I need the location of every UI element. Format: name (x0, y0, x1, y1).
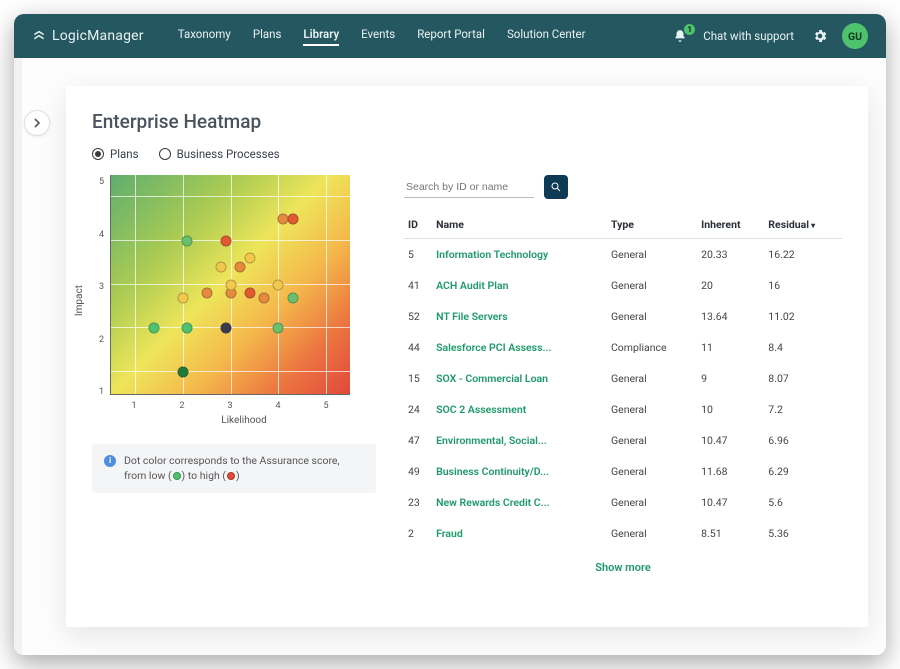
gear-icon (812, 28, 828, 44)
nav-taxonomy[interactable]: Taxonomy (178, 27, 231, 46)
notifications-button[interactable]: 1 (673, 28, 689, 44)
info-icon: i (104, 455, 116, 467)
heatmap-dot[interactable] (201, 288, 212, 299)
heatmap-dot[interactable] (149, 323, 160, 334)
table-row: 47Environmental, Social...General10.476.… (404, 425, 842, 456)
plan-link[interactable]: Information Technology (432, 239, 607, 271)
table-row: 2FraudGeneral8.515.36 (404, 518, 842, 549)
heatmap-dot[interactable] (273, 279, 284, 290)
nav-report-portal[interactable]: Report Portal (417, 27, 485, 46)
table-row: 41ACH Audit PlanGeneral2016 (404, 270, 842, 301)
nav-events[interactable]: Events (361, 27, 395, 46)
y-axis-ticks: 54321 (92, 177, 110, 397)
heatmap-dot[interactable] (220, 323, 231, 334)
settings-button[interactable] (812, 28, 828, 44)
heatmap-dot[interactable] (273, 323, 284, 334)
heatmap-plot[interactable] (110, 175, 350, 395)
heatmap-dot[interactable] (182, 323, 193, 334)
table-row: 44Salesforce PCI Assess...Compliance118.… (404, 332, 842, 363)
heatmap-chart: Impact 54321 12345 Likelihood (92, 175, 376, 426)
main-nav: Taxonomy Plans Library Events Report Por… (178, 27, 586, 46)
search-input[interactable] (404, 177, 534, 198)
legend-panel: i Dot color corresponds to the Assurance… (92, 444, 376, 493)
heatmap-dot[interactable] (244, 288, 255, 299)
plan-link[interactable]: Business Continuity/D... (432, 456, 607, 487)
plan-link[interactable]: Fraud (432, 518, 607, 549)
x-axis-ticks: 12345 (110, 401, 350, 411)
plan-link[interactable]: SOX - Commercial Loan (432, 363, 607, 394)
filter-plans[interactable]: Plans (92, 147, 139, 161)
table-row: 49Business Continuity/D...General11.686.… (404, 456, 842, 487)
nav-plans[interactable]: Plans (253, 27, 282, 46)
table-row: 15SOX - Commercial LoanGeneral98.07 (404, 363, 842, 394)
heatmap-dot[interactable] (182, 235, 193, 246)
plan-link[interactable]: Environmental, Social... (432, 425, 607, 456)
col-residual[interactable]: Residual▾ (764, 211, 842, 239)
search-icon (550, 181, 562, 193)
plan-link[interactable]: SOC 2 Assessment (432, 394, 607, 425)
table-row: 24SOC 2 AssessmentGeneral107.2 (404, 394, 842, 425)
heatmap-dot[interactable] (220, 235, 231, 246)
heatmap-dot[interactable] (287, 213, 298, 224)
sort-desc-icon: ▾ (811, 221, 815, 230)
heatmap-dot[interactable] (215, 261, 226, 272)
table-row: 23New Rewards Credit C...General10.475.6 (404, 487, 842, 518)
nav-library[interactable]: Library (303, 27, 339, 46)
col-type[interactable]: Type (607, 211, 697, 239)
heatmap-dot[interactable] (235, 261, 246, 272)
brand-icon (32, 29, 46, 43)
plan-link[interactable]: NT File Servers (432, 301, 607, 332)
col-name[interactable]: Name (432, 211, 607, 239)
side-rail (14, 58, 22, 655)
y-axis-label: Impact (74, 285, 85, 316)
heatmap-dot[interactable] (244, 253, 255, 264)
plan-link[interactable]: Salesforce PCI Assess... (432, 332, 607, 363)
x-axis-label: Likelihood (124, 415, 364, 426)
nav-solution-center[interactable]: Solution Center (507, 27, 586, 46)
search-button[interactable] (544, 175, 568, 199)
heatmap-dot[interactable] (177, 292, 188, 303)
col-inherent[interactable]: Inherent (697, 211, 764, 239)
main-card: Enterprise Heatmap Plans Business Proces… (66, 86, 868, 627)
avatar[interactable]: GU (842, 23, 868, 49)
page-title: Enterprise Heatmap (92, 110, 842, 133)
brand: LogicManager (32, 28, 144, 44)
chat-support-link[interactable]: Chat with support (703, 29, 794, 43)
heatmap-dot[interactable] (258, 292, 269, 303)
notification-badge: 1 (683, 23, 696, 36)
top-bar: LogicManager Taxonomy Plans Library Even… (14, 14, 886, 58)
table-row: 5Information TechnologyGeneral20.3316.22 (404, 239, 842, 271)
heatmap-dot[interactable] (225, 279, 236, 290)
plan-link[interactable]: New Rewards Credit C... (432, 487, 607, 518)
results-table: ID Name Type Inherent Residual▾ 5Informa… (404, 211, 842, 549)
plan-link[interactable]: ACH Audit Plan (432, 270, 607, 301)
filter-radios: Plans Business Processes (92, 147, 842, 161)
heatmap-dot[interactable] (287, 292, 298, 303)
col-id[interactable]: ID (404, 211, 432, 239)
expand-sidebar-button[interactable] (24, 110, 50, 136)
brand-text: LogicManager (52, 28, 144, 44)
heatmap-dot[interactable] (177, 367, 188, 378)
chevron-right-icon (33, 118, 41, 128)
filter-business-processes[interactable]: Business Processes (159, 147, 280, 161)
show-more-button[interactable]: Show more (404, 549, 842, 578)
table-row: 52NT File ServersGeneral13.6411.02 (404, 301, 842, 332)
